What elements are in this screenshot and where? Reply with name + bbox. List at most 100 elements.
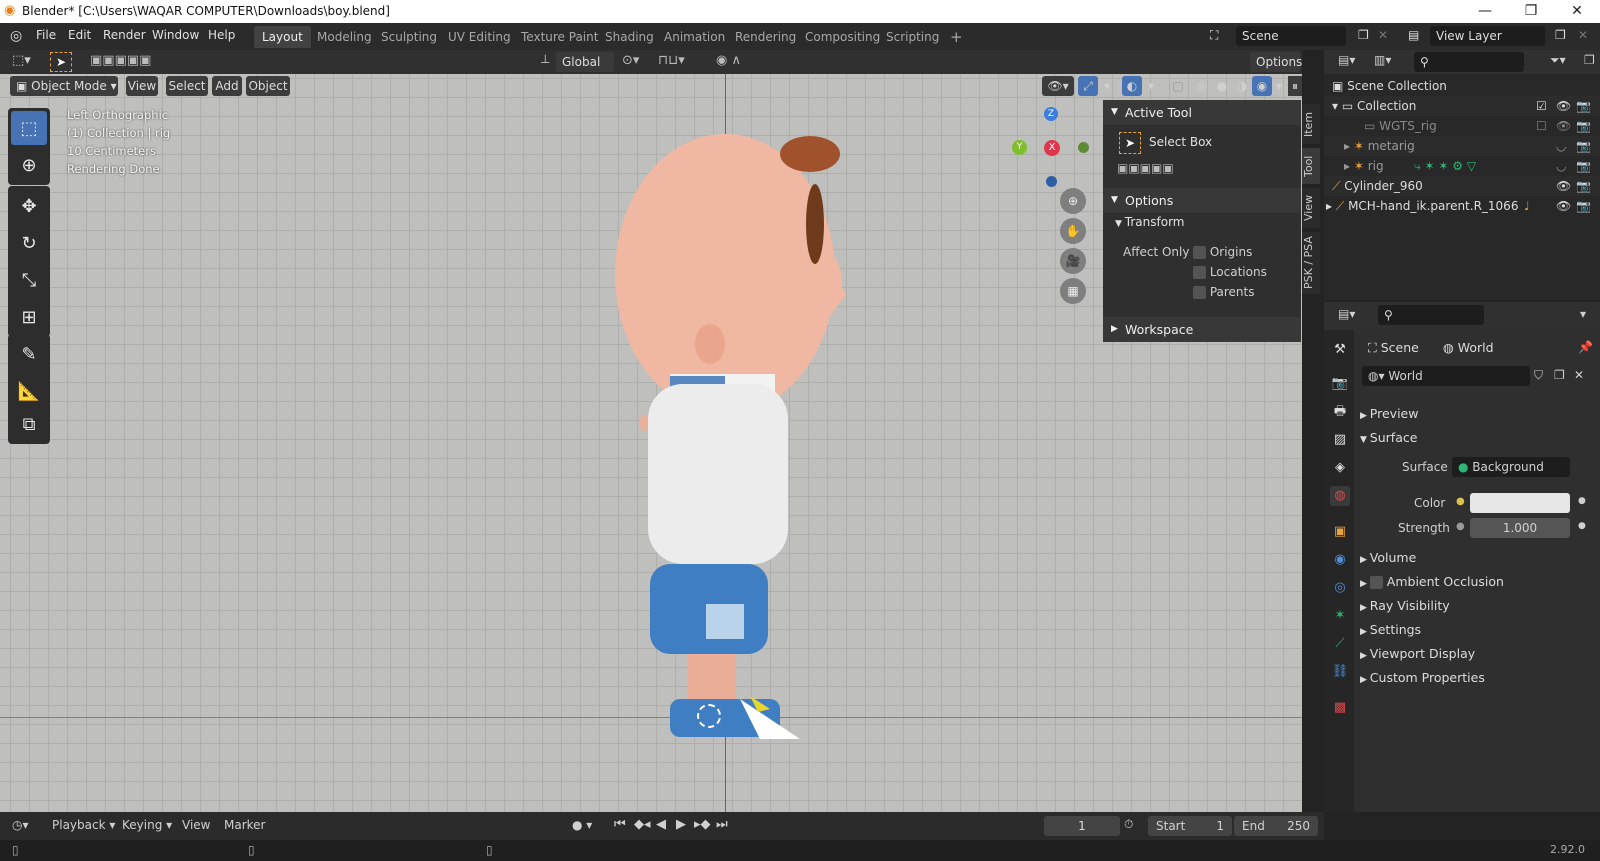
next-keyframe-icon[interactable]: ▸◆ [694, 817, 711, 832]
eye-icon[interactable]: 👁 [1556, 116, 1571, 136]
options-dropdown-icon[interactable]: ▾ [1580, 307, 1586, 321]
gizmo-neg-y[interactable] [1078, 142, 1089, 153]
solid-shading-icon[interactable]: ● [1212, 76, 1232, 96]
mode-dropdown[interactable]: ▣ Object Mode ▾ [10, 76, 118, 96]
bone-props-icon[interactable]: ⟋ [1330, 634, 1350, 654]
tab-rendering[interactable]: Rendering [727, 26, 804, 48]
jump-end-icon[interactable]: ⏭ [716, 817, 728, 832]
overlays-icon[interactable]: ◐ [1122, 76, 1142, 96]
zoom-icon[interactable]: ⊕ [1060, 188, 1086, 214]
transform-orientation-icon[interactable]: ⊥ [540, 52, 550, 66]
section-surface[interactable]: ▼ Surface [1360, 430, 1417, 445]
modifier-props-icon[interactable]: ◉ [1330, 550, 1350, 570]
menu-select[interactable]: Select [166, 76, 208, 96]
menu-edit[interactable]: Edit [68, 28, 91, 42]
tab-sculpting[interactable]: Sculpting [373, 26, 445, 48]
section-ambient-occlusion[interactable]: ▶ Ambient Occlusion [1360, 574, 1504, 589]
color-swatch[interactable] [1470, 493, 1570, 513]
properties-search[interactable]: ⚲ [1378, 305, 1484, 325]
filter-icon[interactable]: ⏷▾ [1550, 53, 1566, 68]
tab-view[interactable]: View [1302, 188, 1320, 228]
delete-scene-icon[interactable]: ✕ [1378, 28, 1388, 42]
orientation-dropdown[interactable]: Global [556, 52, 614, 72]
maximize-button[interactable]: ❐ [1508, 0, 1554, 23]
options-header[interactable]: ▼ Options [1103, 188, 1301, 213]
constraint-props-icon[interactable]: ⛓ [1330, 662, 1350, 682]
end-frame-field[interactable]: End 250 [1234, 816, 1318, 836]
scene-selector[interactable]: Scene [1236, 26, 1346, 46]
section-preview[interactable]: ▶ Preview [1360, 406, 1418, 421]
add-cube-tool-icon[interactable]: ⧉ [11, 407, 47, 441]
locations-checkbox[interactable]: Locations [1193, 265, 1267, 279]
view-layer-props-icon[interactable]: ▨ [1330, 430, 1350, 450]
object-data-icon[interactable]: ✶ [1330, 606, 1350, 626]
hidden-eye-icon[interactable]: ◡ [1556, 136, 1566, 156]
output-props-icon[interactable]: 🖶 [1330, 402, 1350, 422]
selection-modes-icon[interactable]: ▣▣▣▣▣ [90, 53, 151, 68]
eye-icon[interactable]: 👁 [1556, 196, 1571, 216]
character-model[interactable] [600, 84, 860, 764]
checkbox-icon[interactable]: ☑ [1536, 96, 1547, 116]
checkbox[interactable] [1193, 266, 1206, 279]
workspace-header[interactable]: ▶ Workspace [1103, 317, 1301, 342]
menu-object[interactable]: Object [246, 76, 290, 96]
cursor-tool-icon[interactable]: ⊕ [11, 148, 47, 182]
move-tool-icon[interactable]: ✥ [11, 189, 47, 223]
menu-window[interactable]: Window [152, 28, 199, 42]
jump-start-icon[interactable]: ⏮ [614, 817, 626, 832]
section-settings[interactable]: ▶ Settings [1360, 622, 1421, 637]
rendered-shading-icon[interactable]: ◉ [1252, 76, 1272, 96]
outliner-row-wgts[interactable]: ▭ WGTS_rig ☐ 👁 📷 [1324, 116, 1600, 136]
hidden-eye-icon[interactable]: ◡ [1556, 156, 1566, 176]
camera-icon[interactable]: 📷 [1576, 176, 1591, 196]
section-viewport-display[interactable]: ▶ Viewport Display [1360, 646, 1475, 661]
pin-icon[interactable]: 📌 [1578, 340, 1593, 354]
outliner-row-collection[interactable]: ▾ ▭ Collection ☑ 👁 📷 [1324, 96, 1600, 116]
record-icon[interactable]: ● ▾ [572, 818, 592, 832]
visibility-icon[interactable]: 👁▾ [1042, 76, 1074, 96]
fake-user-icon[interactable]: ⛉ [1534, 368, 1543, 383]
camera-icon[interactable]: 📷 [1576, 136, 1591, 156]
select-box-tool-icon[interactable]: ⬚ [11, 111, 47, 145]
tab-layout[interactable]: Layout [254, 26, 311, 48]
camera-icon[interactable]: 📷 [1576, 196, 1591, 216]
active-tool-header[interactable]: ▼ Active Tool [1103, 100, 1301, 125]
new-scene-icon[interactable]: ❐ [1358, 28, 1369, 42]
checkbox-icon[interactable]: ☐ [1536, 116, 1547, 136]
preview-range-icon[interactable]: ⏱ [1124, 817, 1133, 832]
tab-scripting[interactable]: Scripting [878, 26, 947, 48]
wireframe-shading-icon[interactable]: ◎ [1192, 76, 1212, 96]
gizmo-x-axis[interactable]: X [1044, 140, 1060, 156]
parents-checkbox[interactable]: Parents [1193, 285, 1255, 299]
menu-marker[interactable]: Marker [224, 818, 265, 832]
transform-tool-icon[interactable]: ⊞ [11, 300, 47, 334]
unlink-world-icon[interactable]: ✕ [1574, 368, 1584, 382]
camera-icon[interactable]: 📷 [1576, 96, 1591, 116]
play-icon[interactable]: ▶ [676, 817, 686, 832]
options-dropdown[interactable]: Options [1250, 52, 1302, 72]
delete-view-layer-icon[interactable]: ✕ [1578, 28, 1588, 42]
pan-hand-icon[interactable]: ✋ [1060, 218, 1086, 244]
eye-icon[interactable]: 👁 [1556, 96, 1571, 116]
minimize-button[interactable]: — [1462, 0, 1508, 23]
editor-type-icon[interactable]: ⬚▾ [12, 53, 31, 68]
blender-menu-icon[interactable]: ◎ [10, 28, 22, 44]
gizmo-z-axis[interactable]: Z [1044, 107, 1058, 121]
select-box-icon[interactable]: ➤ [1119, 132, 1141, 154]
tool-props-icon[interactable]: ⚒ [1330, 340, 1350, 360]
view-layer-selector[interactable]: View Layer [1430, 26, 1545, 46]
outliner-row-rig[interactable]: ▸ ✶ rig ⤷ ✶ ✶ ⚙ ▽ ◡ 📷 [1324, 156, 1600, 176]
properties-editor-icon[interactable]: ▤▾ [1338, 307, 1355, 321]
pivot-icon[interactable]: ⊙▾ [622, 53, 639, 68]
outliner-row-mch-hand[interactable]: ▸ ⟋ MCH-hand_ik.parent.R_1066 ♩ 👁 📷 [1324, 196, 1600, 216]
outliner-search[interactable]: ⚲ [1414, 52, 1524, 72]
menu-keying[interactable]: Keying ▾ [122, 818, 172, 832]
add-workspace-icon[interactable]: + [942, 26, 971, 48]
overlays-dropdown-icon[interactable]: ▾ [1144, 76, 1158, 96]
material-shading-icon[interactable]: ◑ [1232, 76, 1252, 96]
tab-compositing[interactable]: Compositing [797, 26, 888, 48]
start-frame-field[interactable]: Start 1 [1148, 816, 1232, 836]
object-props-icon[interactable]: ▣ [1330, 522, 1350, 542]
scene-props-icon[interactable]: ◈ [1330, 458, 1350, 478]
surface-shader-field[interactable]: ● Background [1452, 457, 1570, 477]
